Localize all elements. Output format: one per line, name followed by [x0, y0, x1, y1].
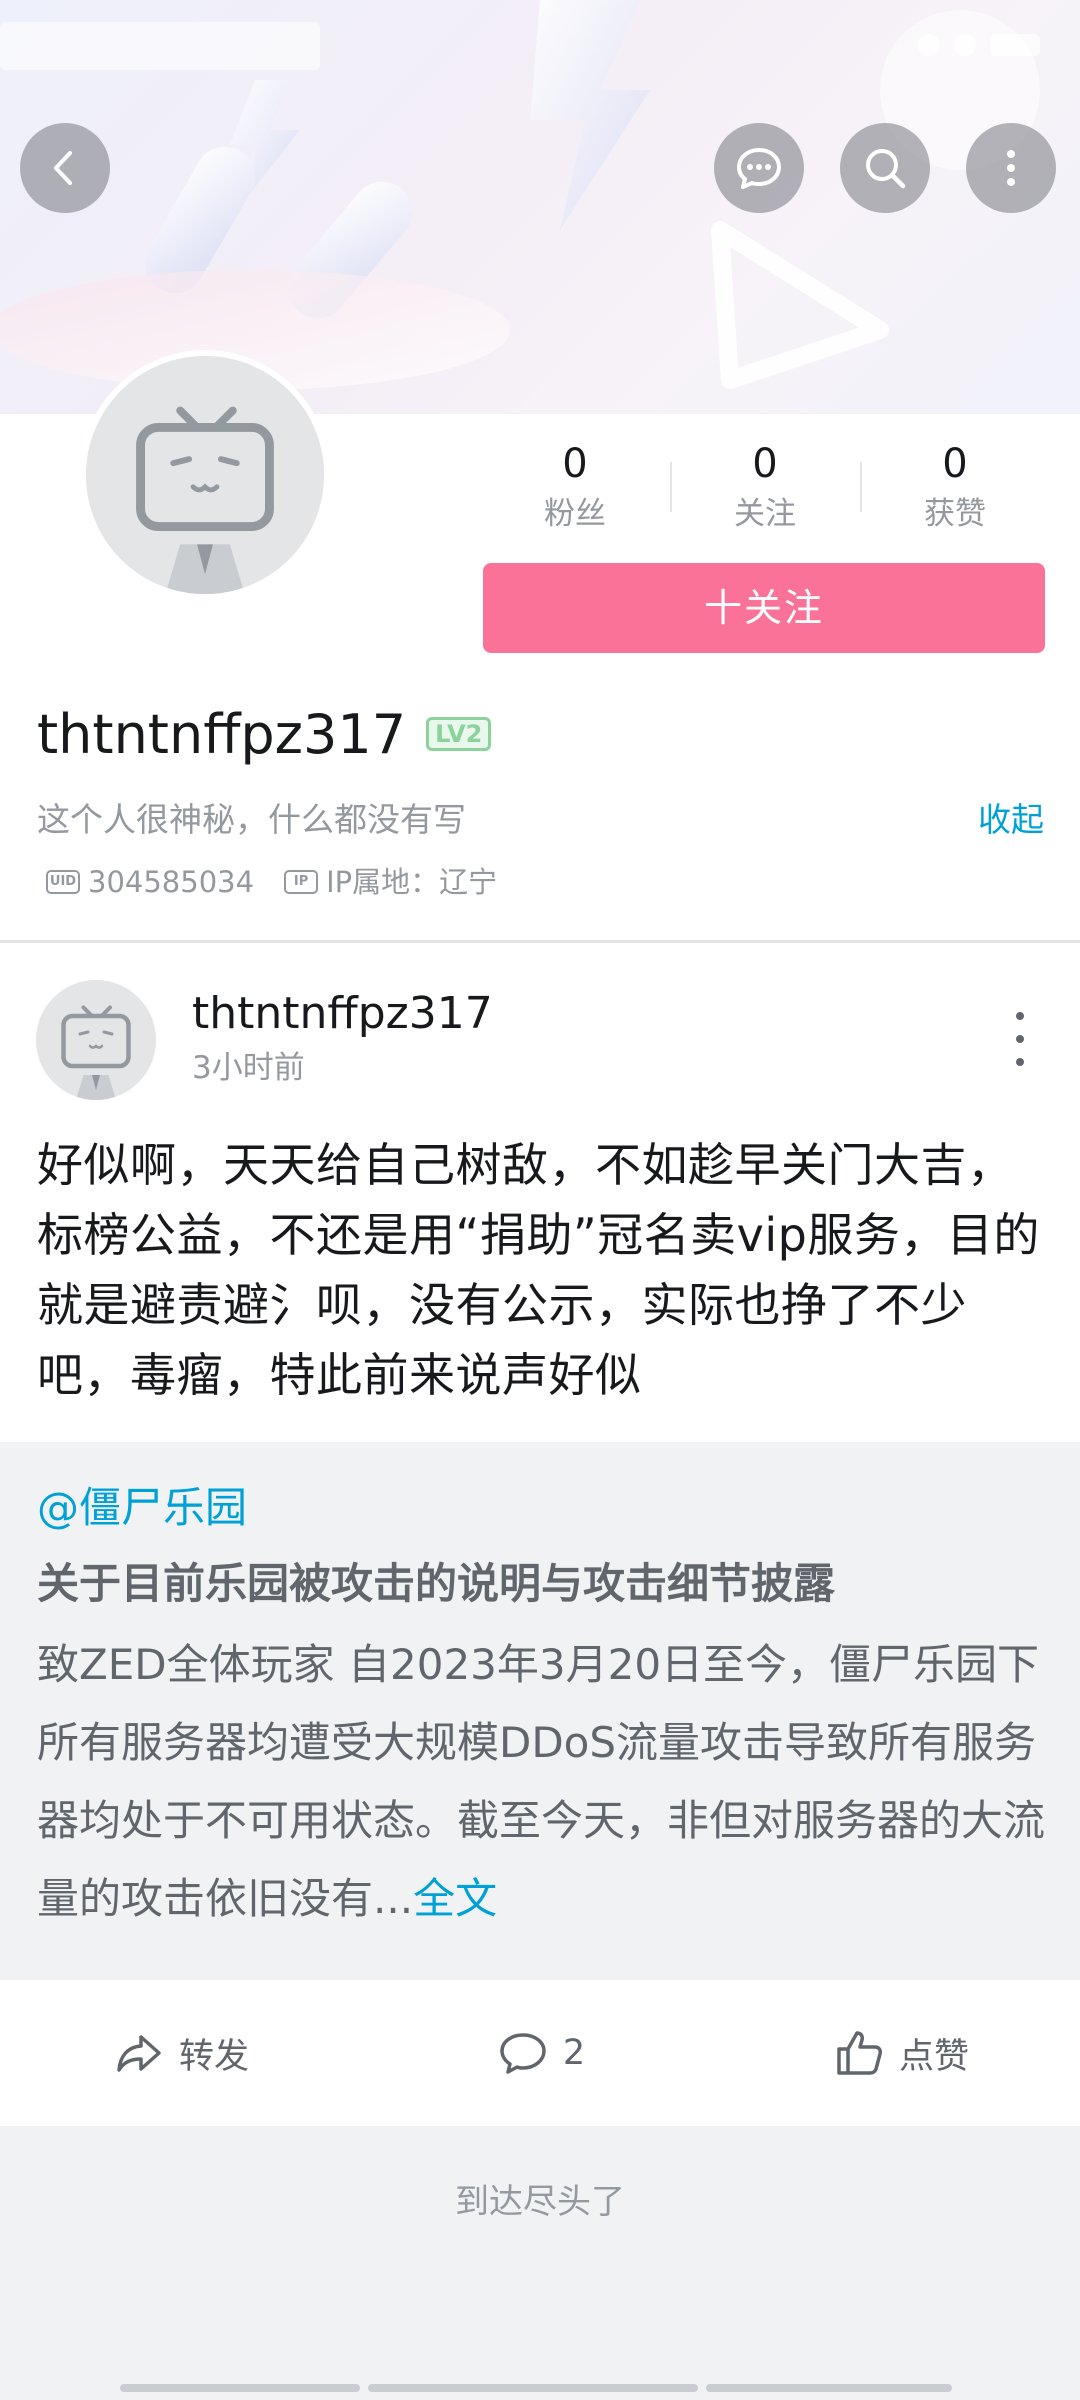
like-button[interactable]: 点赞	[720, 2025, 1080, 2081]
profile-uid[interactable]: 304585034	[88, 862, 254, 902]
share-button[interactable]: 转发	[0, 2025, 360, 2081]
back-icon	[54, 151, 72, 185]
repost-author-link[interactable]: @僵尸乐园	[37, 1480, 247, 1536]
level-badge: LV2	[426, 717, 492, 751]
post-more-button[interactable]	[1004, 1012, 1036, 1066]
repost-title: 关于目前乐园被攻击的说明与攻击细节披露	[37, 1559, 836, 1608]
uid-icon: UID	[46, 870, 80, 894]
stat-label: 粉丝	[544, 496, 606, 532]
nav-bar-segment	[706, 2384, 952, 2392]
post-author-avatar[interactable]	[36, 980, 156, 1100]
more-icon-dot	[1016, 1035, 1024, 1043]
chat-icon	[737, 148, 781, 189]
stat-followers[interactable]: 0 粉丝	[480, 436, 670, 546]
share-label: 转发	[178, 2036, 249, 2077]
stat-likes[interactable]: 0 获赞	[860, 436, 1050, 546]
default-avatar-image	[86, 356, 324, 594]
more-icon-dot	[1016, 1058, 1024, 1066]
profile-username: thtntnffpz317	[37, 702, 407, 766]
share-icon	[117, 2035, 161, 2072]
follow-button[interactable]: 十关注	[483, 563, 1045, 653]
status-bar	[0, 0, 1080, 80]
like-icon	[837, 2031, 882, 2075]
collapse-button[interactable]: 收起	[978, 796, 1044, 844]
tv-mascot-icon	[36, 980, 156, 1100]
repost-body: 致ZED全体玩家 自2023年3月20日至今，僵尸乐园下所有服务器均遭受大规模D…	[37, 1626, 1047, 1938]
reposted-article-card[interactable]: @僵尸乐园 关于目前乐园被攻击的说明与攻击细节披露 致ZED全体玩家 自2023…	[0, 1442, 1080, 1980]
profile-bio: 这个人很神秘，什么都没有写	[37, 800, 466, 839]
tv-mascot-icon	[86, 356, 324, 594]
status-bar-icons	[918, 34, 1040, 56]
more-icon-dot	[1016, 1012, 1024, 1020]
stat-value: 0	[752, 441, 778, 487]
profile-banner	[0, 0, 1080, 414]
stat-following[interactable]: 0 关注	[670, 436, 860, 546]
stat-label: 关注	[734, 496, 796, 532]
like-label: 点赞	[898, 2036, 969, 2077]
nav-bar-segment	[368, 2384, 698, 2392]
stat-value: 0	[942, 441, 968, 487]
section-divider	[0, 940, 1080, 943]
ip-icon: IP	[284, 870, 319, 894]
status-bar-left	[0, 22, 320, 70]
comment-button[interactable]: 2	[360, 2025, 720, 2081]
username-row: thtntnffpz317 LV2	[37, 696, 492, 772]
search-icon	[866, 149, 906, 189]
alarm-icon	[918, 34, 940, 56]
profile-stats: 0 粉丝 0 关注 0 获赞	[480, 436, 1050, 546]
post-author-name[interactable]: thtntnffpz317	[192, 986, 493, 1042]
more-button[interactable]	[966, 123, 1056, 213]
end-of-feed-text: 到达尽头了	[455, 2182, 625, 2222]
gesture-navigation-bar	[120, 2384, 960, 2392]
battery-icon	[990, 34, 1040, 56]
stat-label: 获赞	[924, 496, 986, 532]
back-button[interactable]	[20, 123, 110, 213]
profile-avatar[interactable]	[80, 350, 330, 600]
profile-meta: UID 304585034 IP IP属地：辽宁	[46, 862, 497, 902]
profile-ip-location: IP属地：辽宁	[326, 865, 498, 899]
nav-bar-segment	[120, 2384, 360, 2392]
search-button[interactable]	[840, 123, 930, 213]
feed-footer: 到达尽头了	[0, 2126, 1080, 2400]
more-icon	[1007, 150, 1015, 186]
post-action-bar: 转发 2 点赞	[0, 1980, 1080, 2126]
comment-count: 2	[562, 2033, 586, 2073]
comment-icon	[500, 2033, 546, 2074]
read-more-link[interactable]: 全文	[413, 1874, 497, 1923]
repost-body-text: 致ZED全体玩家 自2023年3月20日至今，僵尸乐园下所有服务器均遭受大规模D…	[37, 1640, 1046, 1923]
post-content[interactable]: 好似啊，天天给自己树敌，不如趁早关门大吉，标榜公益，不还是用“捐助”冠名卖vip…	[37, 1130, 1047, 1410]
message-button[interactable]	[714, 123, 804, 213]
stat-value: 0	[562, 441, 588, 487]
nfc-icon	[954, 34, 976, 56]
post-timestamp: 3小时前	[192, 1050, 305, 1086]
